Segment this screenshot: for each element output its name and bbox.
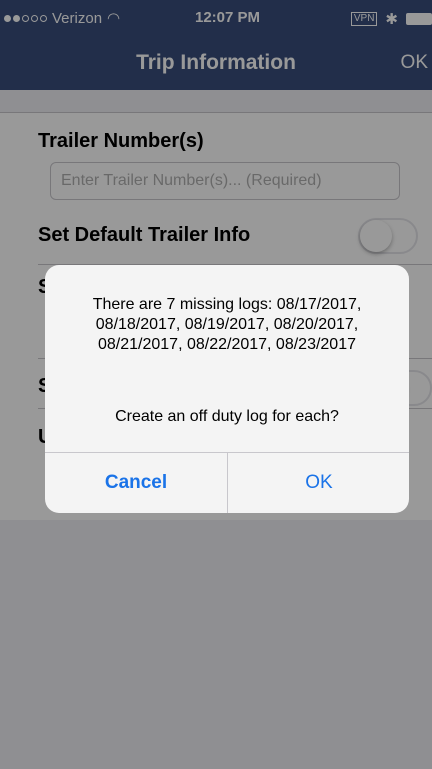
- ok-button[interactable]: OK: [228, 453, 409, 513]
- alert-question: Create an off duty log for each?: [115, 408, 339, 425]
- cancel-button[interactable]: Cancel: [45, 453, 227, 513]
- alert-message: There are 7 missing logs: 08/17/2017, 08…: [92, 296, 362, 353]
- missing-logs-alert: There are 7 missing logs: 08/17/2017, 08…: [45, 265, 409, 513]
- screen: Verizon ◠ 12:07 PM VPN ✱ Trip Informatio…: [0, 0, 432, 769]
